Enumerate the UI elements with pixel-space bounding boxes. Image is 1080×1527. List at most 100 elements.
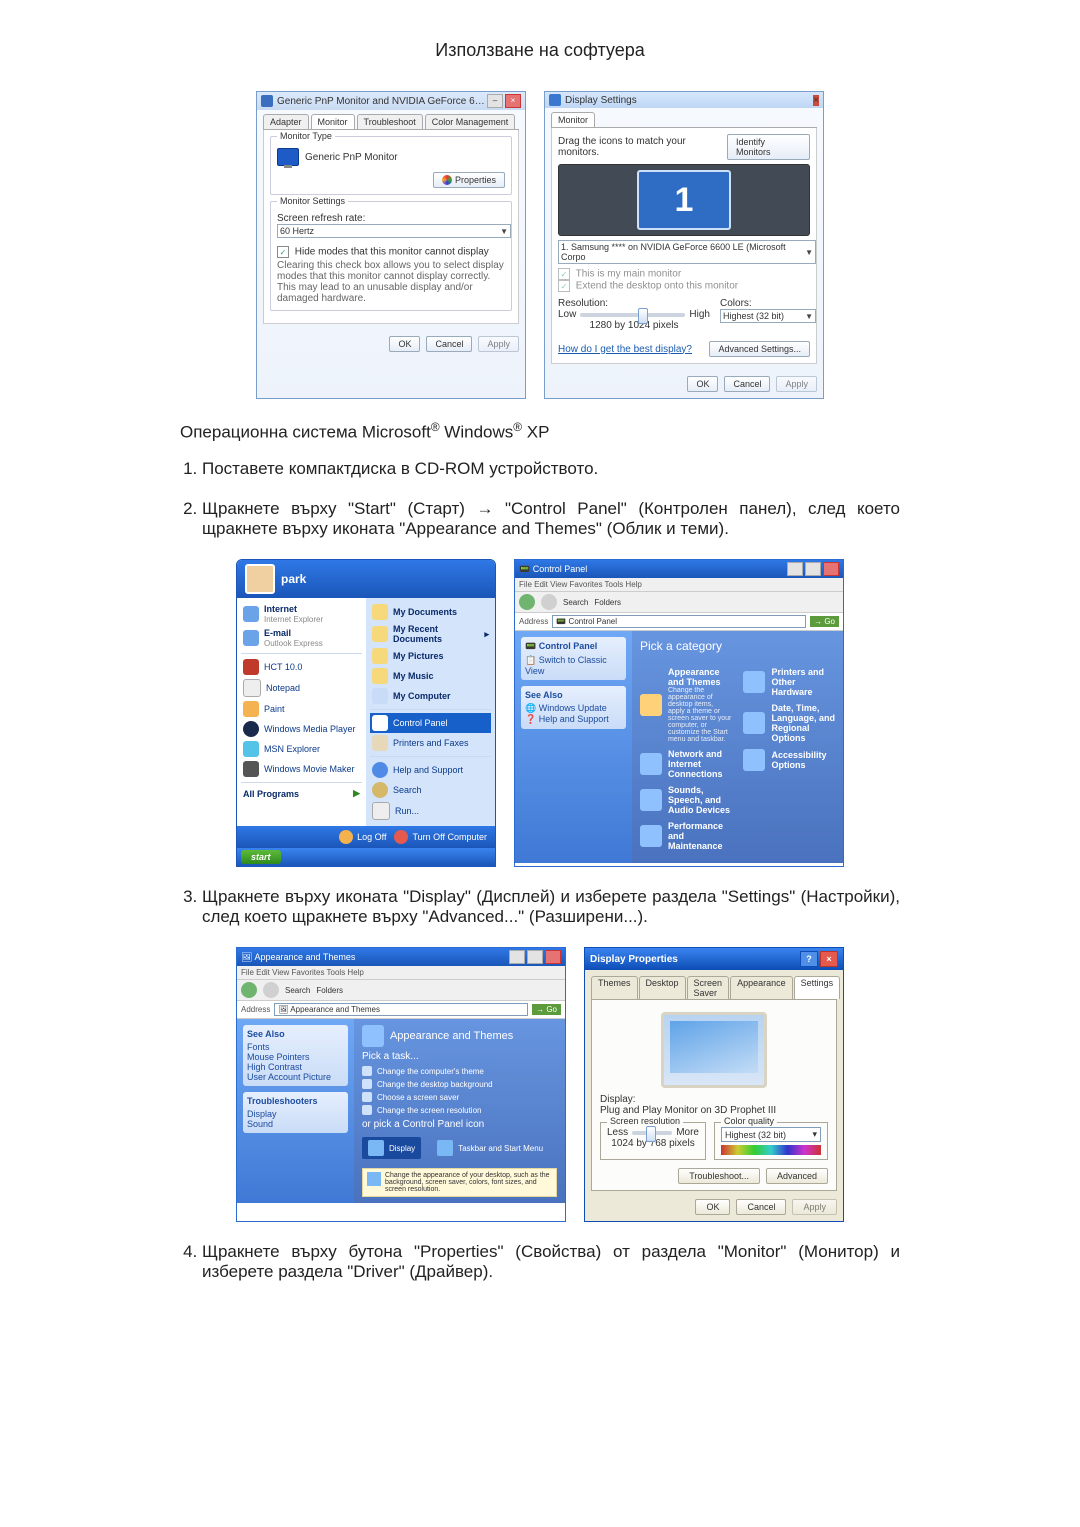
advanced-settings-button[interactable]: Advanced Settings... [709, 341, 810, 357]
tab-settings[interactable]: Settings [794, 976, 841, 999]
extend-desktop-checkbox[interactable]: ✓ [558, 280, 570, 292]
colors-select[interactable]: Highest (32 bit)▼ [720, 309, 816, 323]
cancel-button[interactable]: Cancel [724, 376, 770, 392]
troubleshooter-link[interactable]: Sound [247, 1119, 344, 1129]
cancel-button[interactable]: Cancel [736, 1199, 786, 1215]
task-link[interactable]: Change the desktop background [362, 1079, 557, 1089]
close-button[interactable]: × [820, 951, 838, 967]
close-button[interactable]: × [813, 95, 819, 106]
task-link[interactable]: Change the computer's theme [362, 1066, 557, 1076]
task-link[interactable]: Change the screen resolution [362, 1105, 557, 1115]
sm-run[interactable]: Run... [370, 800, 491, 822]
sm-help[interactable]: Help and Support [370, 760, 491, 780]
see-also-link[interactable]: ❓ Help and Support [525, 714, 622, 725]
start-button[interactable]: start [241, 850, 281, 864]
back-button[interactable] [519, 594, 535, 610]
see-also-link[interactable]: Mouse Pointers [247, 1052, 344, 1062]
help-button[interactable]: ? [800, 951, 818, 967]
resolution-slider[interactable]: Less More [607, 1127, 699, 1138]
tab-themes[interactable]: Themes [591, 976, 638, 999]
monitor-thumbnail[interactable]: 1 [637, 170, 731, 230]
go-button[interactable]: → Go [810, 616, 839, 627]
forward-button[interactable] [541, 594, 557, 610]
identify-monitors-button[interactable]: Identify Monitors [727, 134, 810, 160]
cancel-button[interactable]: Cancel [426, 336, 472, 352]
minimize-button[interactable] [787, 562, 803, 576]
sm-item-msn[interactable]: MSN Explorer [241, 739, 362, 759]
troubleshooter-link[interactable]: Display [247, 1109, 344, 1119]
tab-adapter[interactable]: Adapter [263, 114, 309, 129]
icon-taskbar[interactable]: Taskbar and Start Menu [437, 1137, 543, 1159]
cat-network[interactable]: Network and Internet Connections [640, 749, 732, 779]
cat-sounds[interactable]: Sounds, Speech, and Audio Devices [640, 785, 732, 815]
close-button[interactable] [823, 562, 839, 576]
ok-button[interactable]: OK [695, 1199, 730, 1215]
sm-search[interactable]: Search [370, 780, 491, 800]
apply-button[interactable]: Apply [776, 376, 817, 392]
address-bar[interactable]: Address 📟 Control Panel → Go [515, 613, 843, 631]
hide-modes-checkbox[interactable]: ✓ [277, 246, 289, 258]
logoff-button[interactable]: Log Off [339, 830, 386, 844]
folder-icon [372, 604, 388, 620]
tab-color-management[interactable]: Color Management [425, 114, 516, 129]
troubleshoot-button[interactable]: Troubleshoot... [678, 1168, 760, 1184]
tab-troubleshoot[interactable]: Troubleshoot [357, 114, 423, 129]
monitor-arrangement-area[interactable]: 1 [558, 164, 810, 236]
sm-my-computer[interactable]: My Computer [370, 686, 491, 706]
minimize-button[interactable]: – [487, 94, 503, 108]
sm-all-programs[interactable]: All Programs▶ [241, 786, 362, 801]
close-button[interactable]: × [505, 94, 521, 108]
ok-button[interactable]: OK [389, 336, 420, 352]
cat-accessibility[interactable]: Accessibility Options [743, 749, 835, 771]
maximize-button[interactable] [805, 562, 821, 576]
sm-my-documents[interactable]: My Documents [370, 602, 491, 622]
cat-appearance-themes[interactable]: Appearance and ThemesChange the appearan… [640, 667, 732, 743]
sm-item-paint[interactable]: Paint [241, 699, 362, 719]
cat-performance[interactable]: Performance and Maintenance [640, 821, 732, 851]
best-display-link[interactable]: How do I get the best display? [558, 344, 692, 355]
properties-button[interactable]: Properties [433, 172, 505, 188]
ok-button[interactable]: OK [687, 376, 718, 392]
go-button[interactable]: → Go [532, 1004, 561, 1015]
cat-printers[interactable]: Printers and Other Hardware [743, 667, 835, 697]
maximize-button[interactable] [527, 950, 543, 964]
refresh-rate-select[interactable]: 60 Hertz▼ [277, 224, 511, 238]
sm-item-hct[interactable]: HCT 10.0 [241, 657, 362, 677]
see-also-link[interactable]: High Contrast [247, 1062, 344, 1072]
sm-control-panel[interactable]: Control Panel [370, 713, 491, 733]
sm-item-notepad[interactable]: Notepad [241, 677, 362, 699]
sm-my-music[interactable]: My Music [370, 666, 491, 686]
see-also-link[interactable]: User Account Picture [247, 1072, 344, 1082]
icon-display[interactable]: Display [362, 1137, 421, 1159]
forward-button[interactable] [263, 982, 279, 998]
task-link[interactable]: Choose a screen saver [362, 1092, 557, 1102]
tab-monitor[interactable]: Monitor [311, 114, 355, 129]
back-button[interactable] [241, 982, 257, 998]
sm-item-email[interactable]: E-mailOutlook Express [241, 626, 362, 650]
minimize-button[interactable] [509, 950, 525, 964]
see-also-link[interactable]: 🌐 Windows Update [525, 703, 622, 714]
sm-item-internet[interactable]: InternetInternet Explorer [241, 602, 362, 626]
see-also-link[interactable]: Fonts [247, 1042, 344, 1052]
adapter-select[interactable]: 1. Samsung **** on NVIDIA GeForce 6600 L… [558, 240, 816, 264]
sm-my-pictures[interactable]: My Pictures [370, 646, 491, 666]
address-bar[interactable]: Address🖼 Appearance and Themes→ Go [237, 1001, 565, 1019]
tab-monitor[interactable]: Monitor [551, 112, 595, 127]
sm-item-wmp[interactable]: Windows Media Player [241, 719, 362, 739]
color-quality-select[interactable]: Highest (32 bit)▾ [721, 1127, 821, 1142]
main-monitor-checkbox[interactable]: ✓ [558, 268, 570, 280]
sm-printers[interactable]: Printers and Faxes [370, 733, 491, 753]
turnoff-button[interactable]: Turn Off Computer [394, 830, 487, 844]
tab-desktop[interactable]: Desktop [639, 976, 686, 999]
tab-screensaver[interactable]: Screen Saver [687, 976, 730, 999]
apply-button[interactable]: Apply [478, 336, 519, 352]
advanced-button[interactable]: Advanced [766, 1168, 828, 1184]
tab-appearance[interactable]: Appearance [730, 976, 793, 999]
sm-recent-docs[interactable]: My Recent Documents▸ [370, 622, 491, 646]
switch-view-link[interactable]: 📋 Switch to Classic View [525, 655, 622, 676]
close-button[interactable] [545, 950, 561, 964]
apply-button[interactable]: Apply [792, 1199, 837, 1215]
resolution-slider[interactable]: Low High [558, 309, 710, 320]
cat-date-time[interactable]: Date, Time, Language, and Regional Optio… [743, 703, 835, 743]
sm-item-movie-maker[interactable]: Windows Movie Maker [241, 759, 362, 779]
